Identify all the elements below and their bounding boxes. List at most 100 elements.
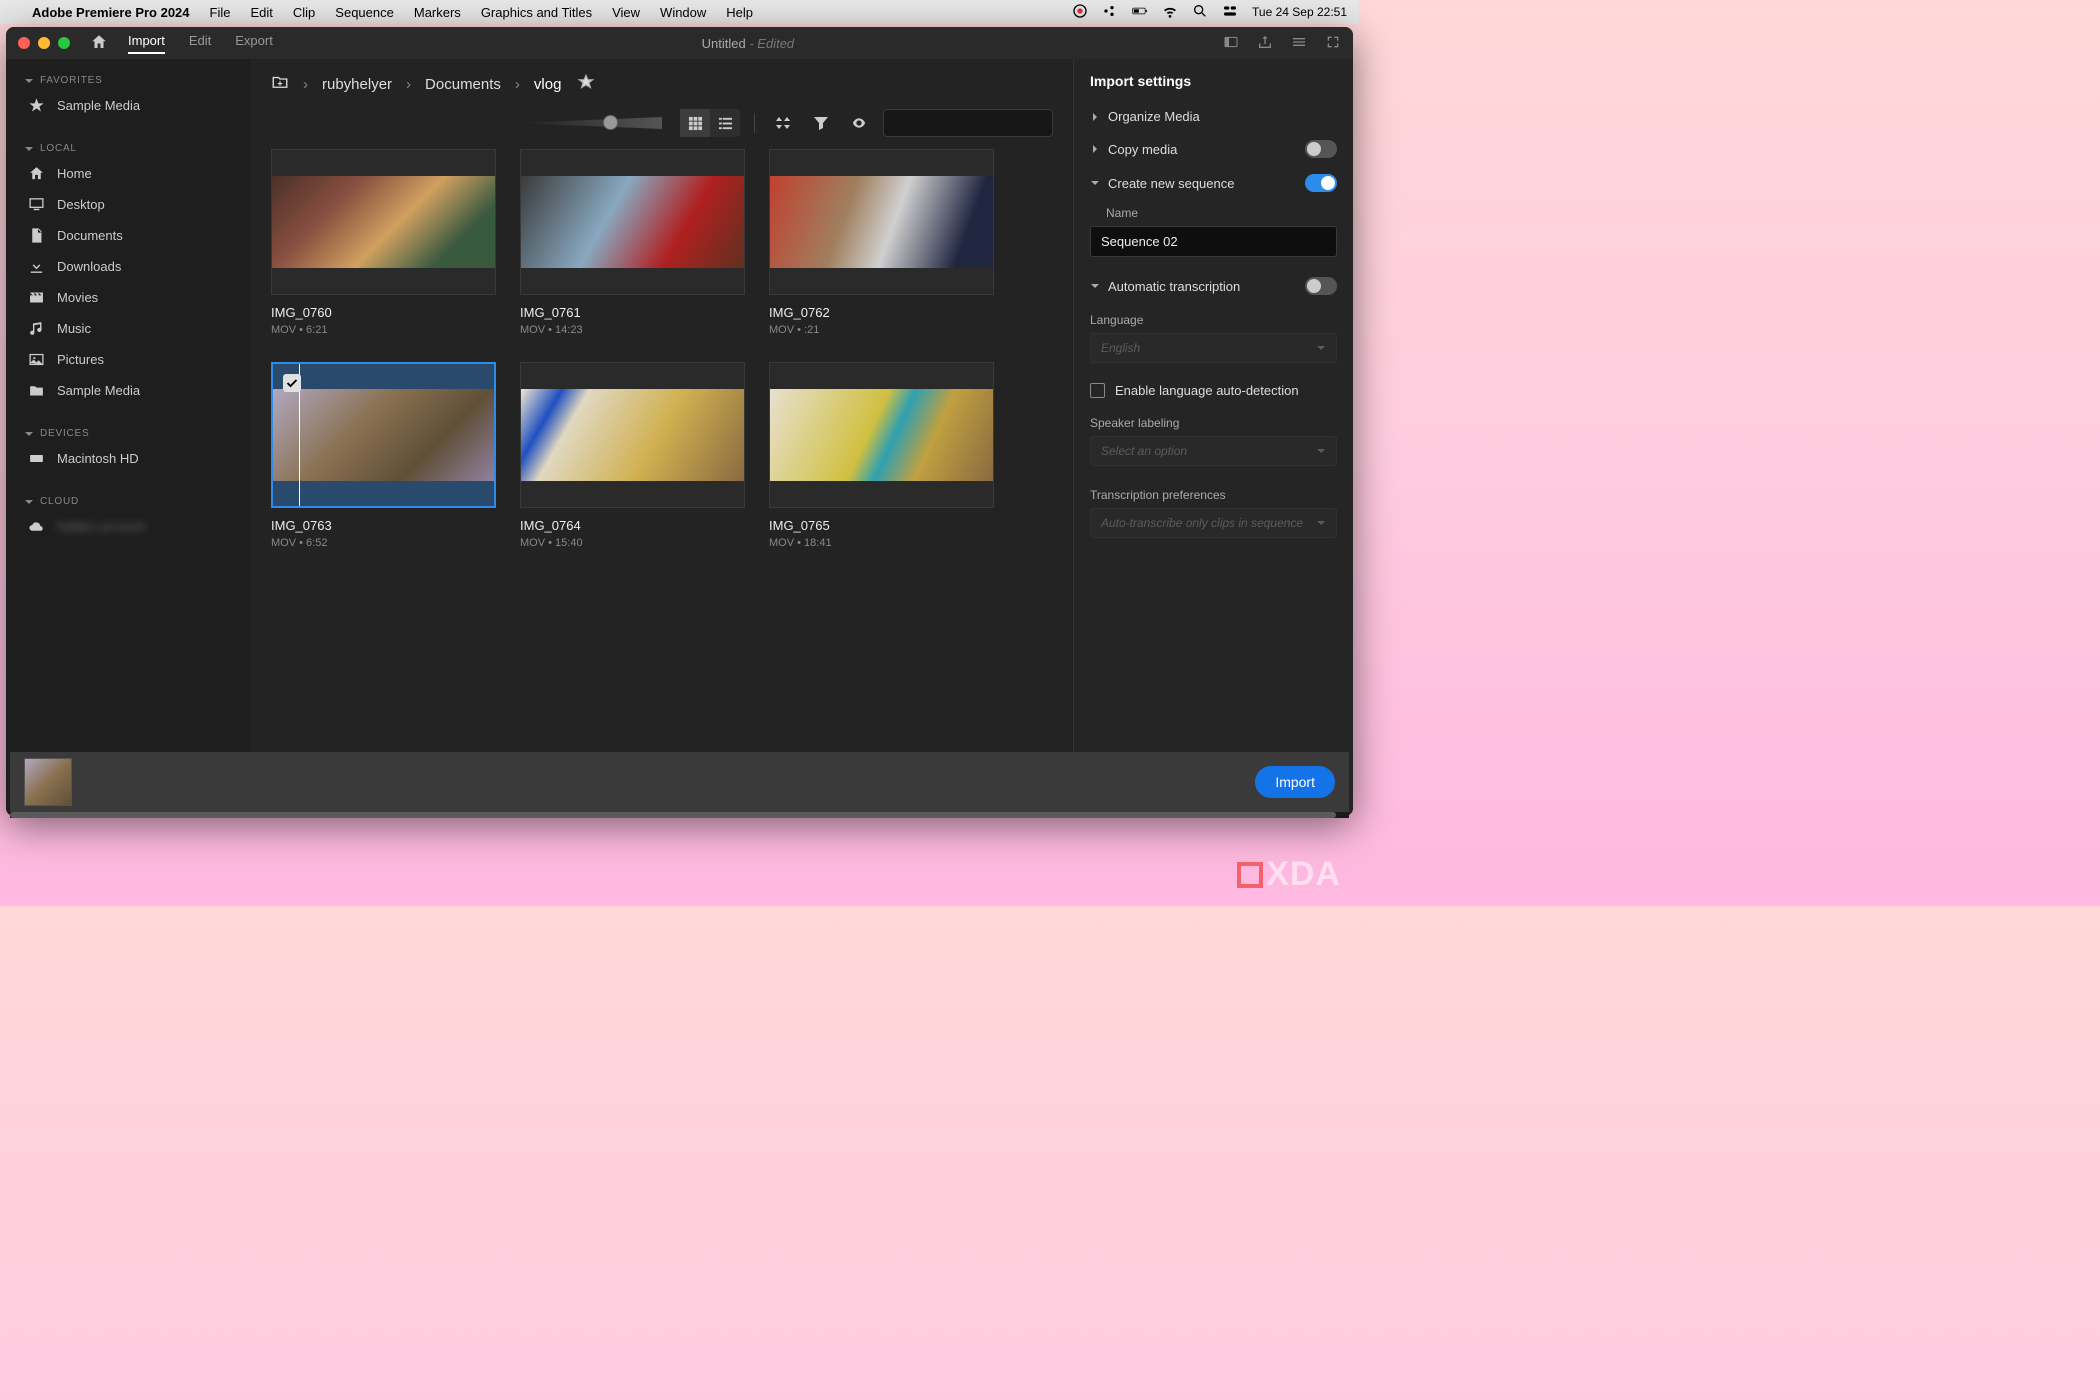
selected-clip-thumbnail[interactable] — [24, 758, 72, 806]
import-settings-panel: Import settings Organize Media Copy medi… — [1073, 59, 1353, 816]
sidebar-item-desktop[interactable]: Desktop — [6, 189, 251, 220]
workspace-icon[interactable] — [1223, 34, 1239, 53]
wifi-icon[interactable] — [1162, 3, 1178, 22]
setting-organize-media[interactable]: Organize Media — [1074, 101, 1353, 132]
list-view-button[interactable] — [710, 109, 740, 137]
transcription-prefs-select[interactable]: Auto-transcribe only clips in sequence — [1090, 508, 1337, 538]
setting-create-sequence[interactable]: Create new sequence — [1074, 166, 1353, 200]
clip-thumbnail[interactable] — [521, 389, 744, 481]
tab-edit[interactable]: Edit — [189, 33, 211, 54]
clip-thumbnail[interactable] — [521, 176, 744, 268]
main-panel: › rubyhelyer › Documents › vlog — [251, 59, 1073, 816]
tab-export[interactable]: Export — [235, 33, 273, 54]
sidebar-item-documents[interactable]: Documents — [6, 220, 251, 251]
fullscreen-window-icon[interactable] — [58, 37, 70, 49]
settings-title: Import settings — [1074, 73, 1353, 101]
screen-record-icon[interactable] — [1072, 3, 1088, 22]
sidebar-header-devices[interactable]: DEVICES — [6, 424, 251, 443]
clip-item[interactable]: IMG_0762 MOV • :21 — [769, 149, 994, 336]
macos-menubar: Adobe Premiere Pro 2024 File Edit Clip S… — [0, 0, 1359, 24]
visibility-icon[interactable] — [845, 109, 873, 137]
menu-help[interactable]: Help — [726, 5, 753, 20]
menubar-tray-icon[interactable] — [1102, 3, 1118, 22]
menu-view[interactable]: View — [612, 5, 640, 20]
control-center-icon[interactable] — [1222, 3, 1238, 22]
workspace-tabs: Import Edit Export — [128, 33, 273, 54]
menu-sequence[interactable]: Sequence — [335, 5, 394, 20]
clip-item[interactable]: IMG_0760 MOV • 6:21 — [271, 149, 496, 336]
language-label: Language — [1074, 303, 1353, 329]
copy-media-toggle[interactable] — [1305, 140, 1337, 158]
window-titlebar: Import Edit Export Untitled - Edited — [6, 27, 1353, 59]
tab-import[interactable]: Import — [128, 33, 165, 54]
panel-menu-icon[interactable] — [1291, 34, 1307, 53]
sidebar-header-favorites[interactable]: FAVORITES — [6, 71, 251, 90]
home-button[interactable] — [90, 33, 108, 54]
sidebar: FAVORITES Sample Media LOCAL Home Deskto… — [6, 59, 251, 816]
clip-item[interactable]: IMG_0765 MOV • 18:41 — [769, 362, 994, 549]
clip-item[interactable]: IMG_0763 MOV • 6:52 — [271, 362, 496, 549]
sidebar-item-movies[interactable]: Movies — [6, 282, 251, 313]
grid-view-button[interactable] — [680, 109, 710, 137]
menu-file[interactable]: File — [210, 5, 231, 20]
clip-thumbnail[interactable] — [273, 389, 494, 481]
menu-clip[interactable]: Clip — [293, 5, 315, 20]
clip-thumbnail[interactable] — [272, 176, 495, 268]
breadcrumb-current[interactable]: vlog — [534, 76, 562, 93]
sequence-name-input[interactable] — [1090, 226, 1337, 257]
menu-window[interactable]: Window — [660, 5, 706, 20]
sidebar-item-sample-media[interactable]: Sample Media — [6, 375, 251, 406]
menu-graphics[interactable]: Graphics and Titles — [481, 5, 592, 20]
auto-transcription-toggle[interactable] — [1305, 277, 1337, 295]
spotlight-icon[interactable] — [1192, 3, 1208, 22]
speaker-labeling-label: Speaker labeling — [1074, 406, 1353, 432]
thumbnail-zoom-slider[interactable] — [522, 113, 662, 133]
app-name[interactable]: Adobe Premiere Pro 2024 — [32, 5, 190, 20]
speaker-labeling-select[interactable]: Select an option — [1090, 436, 1337, 466]
sidebar-item-home[interactable]: Home — [6, 158, 251, 189]
clip-thumbnail[interactable] — [770, 389, 993, 481]
sidebar-item-music[interactable]: Music — [6, 313, 251, 344]
language-select[interactable]: English — [1090, 333, 1337, 363]
clip-item[interactable]: IMG_0761 MOV • 14:23 — [520, 149, 745, 336]
menu-edit[interactable]: Edit — [250, 5, 272, 20]
search-input[interactable] — [883, 109, 1053, 137]
clip-thumbnail[interactable] — [770, 176, 993, 268]
sequence-name-label: Name — [1074, 200, 1353, 222]
fullscreen-icon[interactable] — [1325, 34, 1341, 53]
favorite-star-icon[interactable] — [577, 73, 595, 95]
share-icon[interactable] — [1257, 34, 1273, 53]
sidebar-item-pictures[interactable]: Pictures — [6, 344, 251, 375]
sidebar-item-sample-media-fav[interactable]: Sample Media — [6, 90, 251, 121]
premiere-window: Import Edit Export Untitled - Edited FAV… — [6, 27, 1353, 816]
grid-toolbar — [251, 105, 1073, 149]
menubar-datetime[interactable]: Tue 24 Sep 22:51 — [1252, 5, 1347, 19]
breadcrumb-segment[interactable]: Documents — [425, 76, 501, 93]
filter-icon[interactable] — [807, 109, 835, 137]
view-mode-toggle — [680, 109, 740, 137]
menubar-menus: File Edit Clip Sequence Markers Graphics… — [210, 5, 754, 20]
sidebar-item-cloud-account[interactable]: hidden account — [6, 511, 251, 542]
battery-icon[interactable] — [1132, 3, 1148, 22]
close-window-icon[interactable] — [18, 37, 30, 49]
sidebar-item-macintosh-hd[interactable]: Macintosh HD — [6, 443, 251, 474]
setting-auto-transcription[interactable]: Automatic transcription — [1074, 269, 1353, 303]
transcription-prefs-label: Transcription preferences — [1074, 478, 1353, 504]
create-sequence-toggle[interactable] — [1305, 174, 1337, 192]
folder-root-icon[interactable] — [271, 73, 289, 95]
sort-icon[interactable] — [769, 109, 797, 137]
setting-copy-media[interactable]: Copy media — [1074, 132, 1353, 166]
selected-check-icon[interactable] — [283, 374, 301, 392]
auto-detect-checkbox[interactable]: Enable language auto-detection — [1074, 375, 1353, 406]
watermark-logo: XDA — [1237, 855, 1341, 894]
menu-markers[interactable]: Markers — [414, 5, 461, 20]
minimize-window-icon[interactable] — [38, 37, 50, 49]
traffic-lights[interactable] — [18, 37, 70, 49]
sidebar-item-downloads[interactable]: Downloads — [6, 251, 251, 282]
import-button[interactable]: Import — [1255, 766, 1335, 798]
sidebar-header-local[interactable]: LOCAL — [6, 139, 251, 158]
sidebar-header-cloud[interactable]: CLOUD — [6, 492, 251, 511]
clip-item[interactable]: IMG_0764 MOV • 15:40 — [520, 362, 745, 549]
breadcrumb-segment[interactable]: rubyhelyer — [322, 76, 392, 93]
horizontal-scrollbar[interactable] — [10, 812, 1349, 818]
